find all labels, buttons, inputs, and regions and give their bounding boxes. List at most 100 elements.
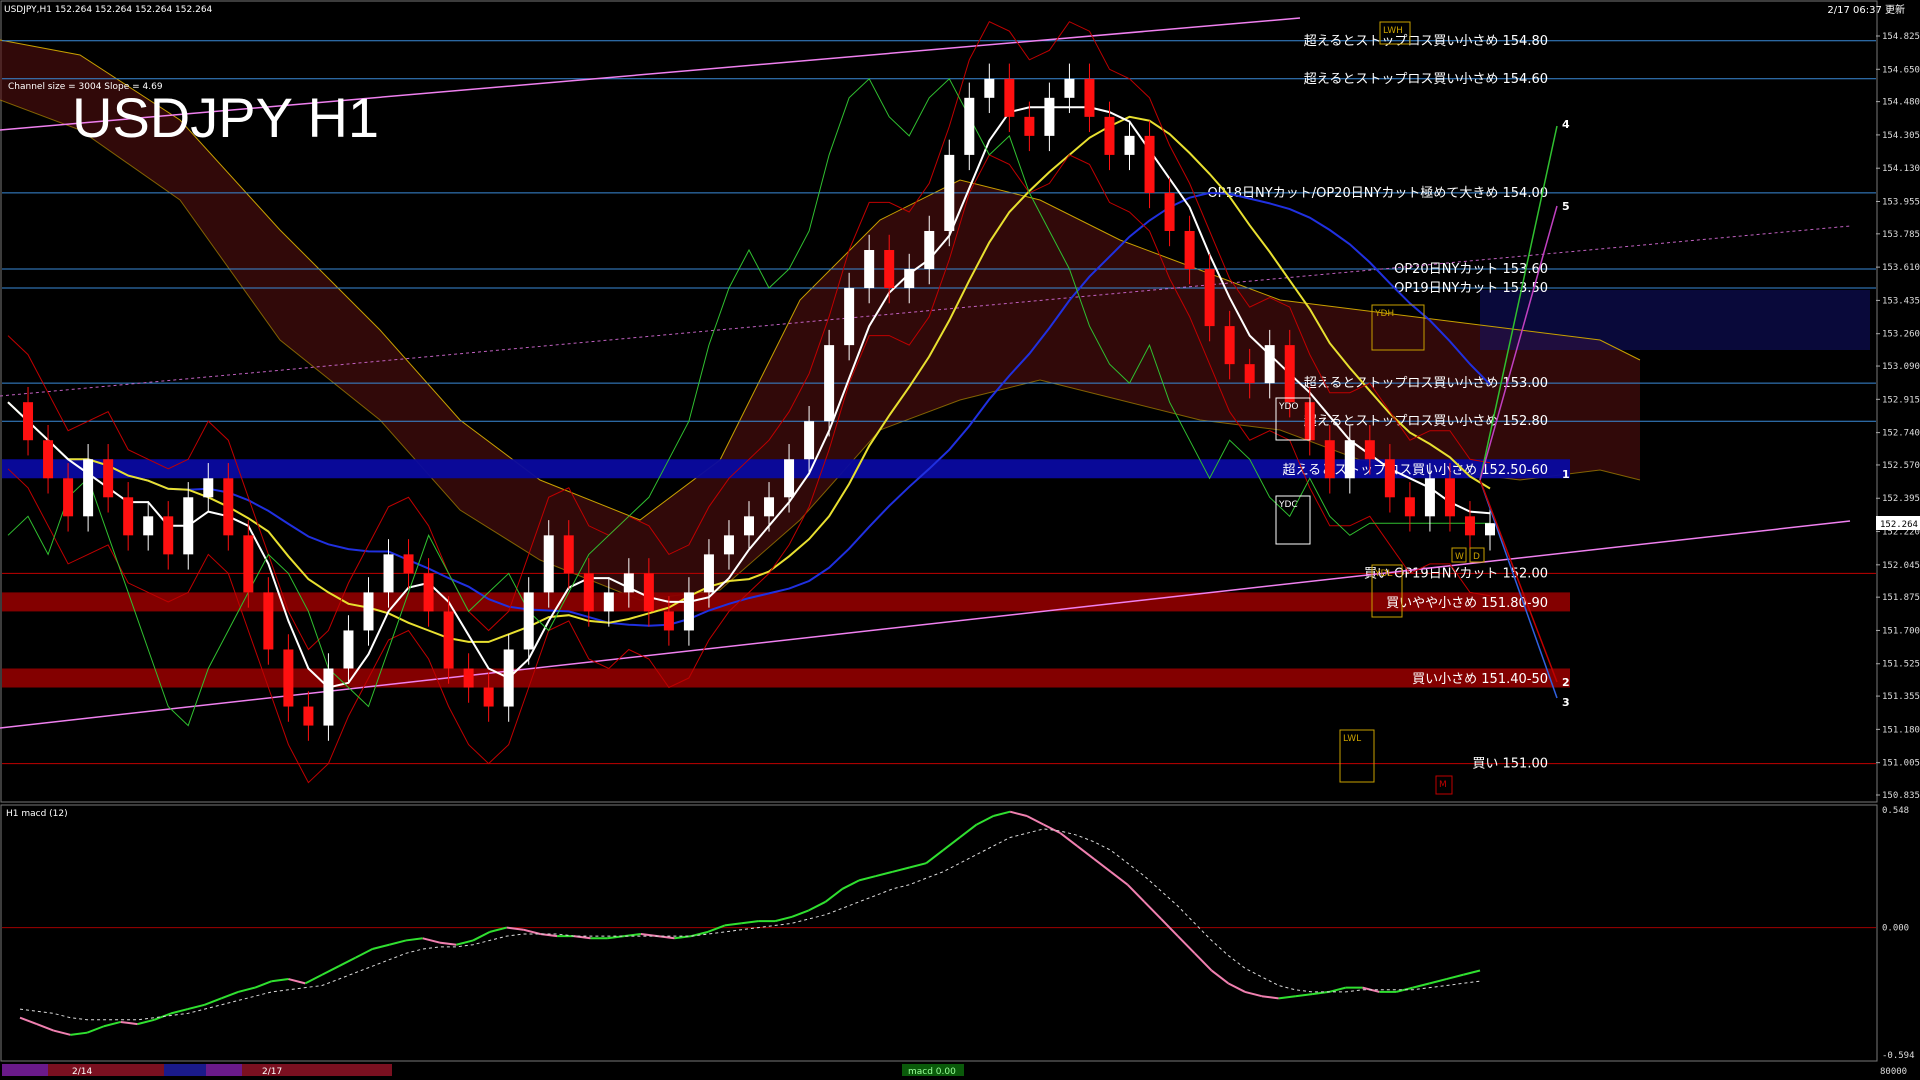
candle-body [83, 459, 94, 517]
candle-body [1324, 440, 1335, 479]
candle-body [1124, 135, 1135, 155]
candle-body [23, 402, 34, 441]
candle-body [1004, 78, 1015, 117]
y-tick-label: 153.785 [1882, 230, 1920, 240]
chart-background [0, 0, 1920, 1080]
y-tick-label: 151.005 [1882, 759, 1920, 769]
macd-label: H1 macd (12) [6, 809, 68, 819]
macd-bottom-label: 80000 [1880, 1067, 1907, 1077]
candle-body [744, 516, 754, 536]
candle-body [223, 478, 234, 536]
candle-body [503, 649, 514, 707]
candle-body [323, 668, 334, 726]
candle-body [143, 516, 154, 536]
y-tick-label: 152.045 [1882, 561, 1920, 571]
candle-body [203, 478, 214, 498]
ref-box-label: YDO [1278, 402, 1299, 412]
candle-body [723, 535, 734, 555]
ref-box-label: D [1473, 552, 1480, 562]
candle-body [683, 592, 694, 631]
candle-body [1224, 326, 1235, 365]
candle-body [1024, 116, 1035, 136]
candle-body [623, 573, 634, 593]
candle-body [1144, 135, 1155, 193]
candle-body [343, 630, 354, 669]
candle-body [1485, 523, 1495, 536]
period-block [164, 1064, 206, 1076]
symbol-info: USDJPY,H1 152.264 152.264 152.264 152.26… [4, 5, 213, 15]
ref-box-label: YDH [1374, 309, 1394, 319]
candle-body [1184, 230, 1195, 270]
candle-body [303, 706, 314, 726]
candle-body [383, 554, 394, 593]
period-block [48, 1064, 164, 1076]
candle-body [1404, 497, 1415, 517]
candle-body [543, 535, 554, 593]
candle-body [603, 592, 614, 612]
y-tick-label: 154.650 [1882, 65, 1920, 75]
kumo-future-area [1480, 290, 1870, 350]
y-tick-label: 151.700 [1882, 626, 1920, 636]
y-tick-label: 154.305 [1882, 131, 1920, 141]
y-tick-label: 153.260 [1882, 330, 1920, 340]
ref-box-label: YDC [1278, 500, 1298, 510]
candle-body [643, 573, 654, 612]
candle-body [403, 554, 414, 574]
candle-body [483, 687, 494, 707]
price-zone-band [2, 668, 1570, 688]
level-label: 買い小さめ 151.40-50 [1412, 672, 1548, 687]
ref-box-label: LWL [1343, 734, 1361, 744]
candle-body [283, 649, 294, 707]
projection-label: 4 [1562, 118, 1570, 131]
candle-body [363, 592, 374, 631]
level-label: OP19日NYカット 153.50 [1394, 281, 1548, 296]
y-tick-label: 153.090 [1882, 362, 1920, 372]
candle-body [103, 459, 114, 498]
y-tick-label: 151.525 [1882, 660, 1920, 670]
candle-body [904, 269, 915, 289]
ref-box-label: W [1455, 552, 1464, 562]
candle-body [703, 554, 714, 593]
level-label: 超えるとストップロス買い小さめ 152.80 [1304, 414, 1548, 429]
candle-body [964, 97, 975, 155]
candle-body [43, 440, 54, 479]
y-tick-label: 152.395 [1882, 494, 1920, 504]
candle-body [1364, 440, 1375, 460]
projection-label: 2 [1562, 676, 1570, 689]
level-label: 買い 151.00 [1472, 757, 1548, 772]
updated-time: 2/17 06:37 更新 [1827, 3, 1905, 16]
candle-body [1384, 459, 1395, 498]
candle-body [263, 592, 274, 650]
price-zone-band [2, 592, 1570, 612]
macd-tick-label: 0.000 [1882, 924, 1909, 934]
candle-body [844, 288, 855, 346]
candle-body [563, 535, 574, 574]
projection-label: 5 [1562, 200, 1570, 213]
candle-body [163, 516, 174, 555]
level-label: 超えるとストップロス買い小さめ 152.50-60 [1283, 463, 1548, 478]
candle-body [1464, 516, 1475, 536]
candle-body [1084, 78, 1095, 117]
candle-body [463, 668, 474, 688]
candle-body [944, 154, 955, 231]
y-tick-label: 154.480 [1882, 98, 1920, 108]
y-tick-label: 152.740 [1882, 429, 1920, 439]
candle-body [1424, 478, 1435, 517]
current-price-label: 152.264 [1880, 520, 1918, 530]
macd-status-label: macd 0.00 [908, 1067, 956, 1077]
level-label: 超えるとストップロス買い小さめ 154.80 [1304, 34, 1548, 49]
ref-box-label: M [1439, 780, 1447, 790]
macd-tick-label: -0.594 [1882, 1051, 1915, 1061]
y-tick-label: 151.875 [1882, 593, 1920, 603]
y-tick-label: 153.610 [1882, 263, 1920, 273]
price-chart[interactable]: 超えるとストップロス買い小さめ 154.80 超えるとストップロス買い小さめ 15… [0, 0, 1920, 1080]
macd-tick-label: 0.548 [1882, 806, 1909, 816]
level-label: OP18日NYカット/OP20日NYカット極めて大きめ 154.00 [1207, 185, 1548, 201]
level-label: 超えるとストップロス買い小さめ 153.00 [1304, 376, 1548, 391]
candle-body [984, 78, 995, 98]
candle-body [1064, 78, 1075, 98]
y-tick-label: 152.570 [1882, 461, 1920, 471]
candle-body [663, 611, 674, 631]
candle-body [924, 230, 935, 270]
candle-body [864, 250, 875, 289]
